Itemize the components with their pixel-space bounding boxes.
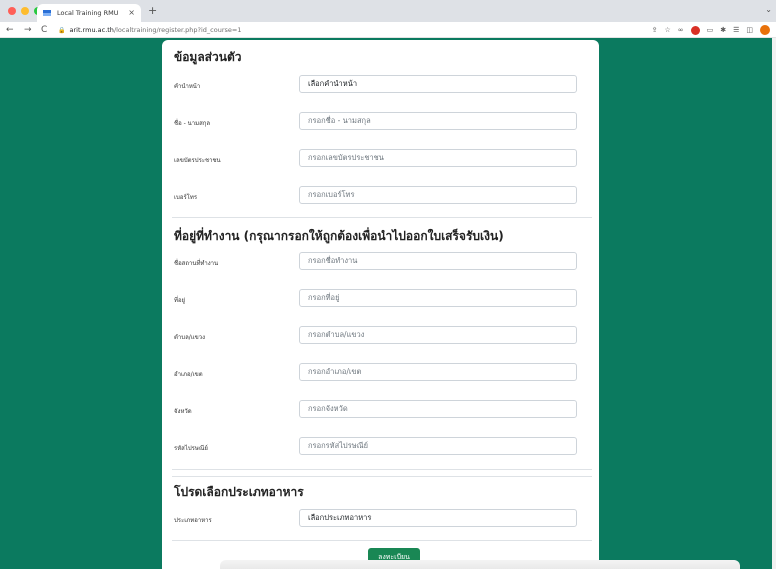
tab-title: Local Training RMU xyxy=(57,9,119,17)
extension-icon[interactable]: ∞ xyxy=(678,24,684,36)
address-bar[interactable]: 🔒 arit.rmu.ac.th/localtraining/register.… xyxy=(58,24,242,36)
province-input[interactable]: กรอกจังหวัด xyxy=(299,400,577,418)
prefix-label: คำนำหน้า xyxy=(174,83,201,90)
workplace-section-title: ที่อยู่ที่ทำงาน (กรุณากรอกให้ถูกต้องเพื่… xyxy=(174,229,504,243)
district-placeholder: กรอกอำเภอ/เขต xyxy=(308,367,362,376)
phone-input[interactable]: กรอกเบอร์โทร xyxy=(299,186,577,204)
district-label: อำเภอ/เขต xyxy=(174,371,203,378)
province-label: จังหวัด xyxy=(174,408,192,415)
phone-placeholder: กรอกเบอร์โทร xyxy=(308,190,355,199)
star-icon[interactable]: ☆ xyxy=(664,24,670,36)
name-label: ชื่อ - นามสกุล xyxy=(174,120,211,127)
workplace-name-placeholder: กรอกชื่อทำงาน xyxy=(308,256,358,265)
postal-code-input[interactable]: กรอกรหัสไปรษณีย์ xyxy=(299,437,577,455)
postal-code-placeholder: กรอกรหัสไปรษณีย์ xyxy=(308,441,369,450)
prefix-select-value: เลือกคำนำหน้า xyxy=(308,79,358,88)
scrollbar[interactable] xyxy=(772,38,776,569)
food-type-value: เลือกประเภทอาหาร xyxy=(308,513,372,522)
subdistrict-label: ตำบล/แขวง xyxy=(174,334,206,341)
close-window-icon[interactable] xyxy=(8,7,16,15)
browser-tab-bar: Local Training RMU × + ⌄ xyxy=(0,0,776,22)
lock-icon: 🔒 xyxy=(58,26,66,34)
postal-code-label: รหัสไปรษณีย์ xyxy=(174,445,208,452)
district-input[interactable]: กรอกอำเภอ/เขต xyxy=(299,363,577,381)
url-host: arit.rmu.ac.th xyxy=(69,26,114,34)
tab-close-icon[interactable]: × xyxy=(128,9,135,17)
divider xyxy=(172,469,592,470)
divider xyxy=(172,476,592,477)
workplace-name-input[interactable]: กรอกชื่อทำงาน xyxy=(299,252,577,270)
address-input[interactable]: กรอกที่อยู่ xyxy=(299,289,577,307)
id-card-placeholder: กรอกเลขบัตรประชาชน xyxy=(308,153,384,162)
food-type-select[interactable]: เลือกประเภทอาหาร xyxy=(299,509,577,527)
registration-form: ข้อมูลส่วนตัว คำนำหน้า เลือกคำนำหน้า ชื่… xyxy=(162,40,599,569)
divider xyxy=(172,540,592,541)
address-label: ที่อยู่ xyxy=(174,297,186,304)
workplace-name-label: ชื่อสถานที่ทำงาน xyxy=(174,260,219,267)
divider xyxy=(172,217,592,218)
phone-label: เบอร์โทร xyxy=(174,194,198,201)
prefix-select[interactable]: เลือกคำนำหน้า xyxy=(299,75,577,93)
reload-button[interactable]: C xyxy=(41,24,47,36)
new-tab-button[interactable]: + xyxy=(148,5,157,16)
food-section-title: โปรดเลือกประเภทอาหาร xyxy=(174,485,304,499)
forward-button[interactable]: → xyxy=(24,24,32,36)
adblock-icon[interactable] xyxy=(690,25,700,35)
subdistrict-placeholder: กรอกตำบล/แขวง xyxy=(308,330,365,339)
split-icon[interactable]: ◫ xyxy=(746,24,753,36)
site-favicon-icon xyxy=(43,9,51,17)
id-card-input[interactable]: กรอกเลขบัตรประชาชน xyxy=(299,149,577,167)
id-card-label: เลขบัตรประชาชน xyxy=(174,157,221,164)
puzzle-icon[interactable]: ✱ xyxy=(720,24,726,36)
browser-toolbar: ← → C 🔒 arit.rmu.ac.th/localtraining/reg… xyxy=(0,22,776,38)
tab-search-icon[interactable]: ⌄ xyxy=(765,5,772,14)
reading-list-icon[interactable]: ☰ xyxy=(733,24,739,36)
window-icon[interactable]: ▭ xyxy=(707,24,714,36)
personal-section-title: ข้อมูลส่วนตัว xyxy=(174,50,242,64)
page-bottom-overlay xyxy=(220,560,740,569)
share-icon[interactable]: ⇪ xyxy=(652,24,658,36)
name-placeholder: กรอกชื่อ - นามสกุล xyxy=(308,116,371,125)
profile-icon[interactable] xyxy=(760,25,770,35)
food-type-label: ประเภทอาหาร xyxy=(174,517,212,524)
minimize-window-icon[interactable] xyxy=(21,7,29,15)
address-placeholder: กรอกที่อยู่ xyxy=(308,293,340,302)
name-input[interactable]: กรอกชื่อ - นามสกุล xyxy=(299,112,577,130)
web-page: ข้อมูลส่วนตัว คำนำหน้า เลือกคำนำหน้า ชื่… xyxy=(0,38,776,569)
subdistrict-input[interactable]: กรอกตำบล/แขวง xyxy=(299,326,577,344)
url-path: /localtraining/register.php?id_course=1 xyxy=(113,26,242,34)
toolbar-icons: ⇪ ☆ ∞ ▭ ✱ ☰ ◫ xyxy=(652,24,770,36)
back-button[interactable]: ← xyxy=(6,24,14,36)
browser-tab[interactable]: Local Training RMU × xyxy=(37,4,141,22)
province-placeholder: กรอกจังหวัด xyxy=(308,404,348,413)
